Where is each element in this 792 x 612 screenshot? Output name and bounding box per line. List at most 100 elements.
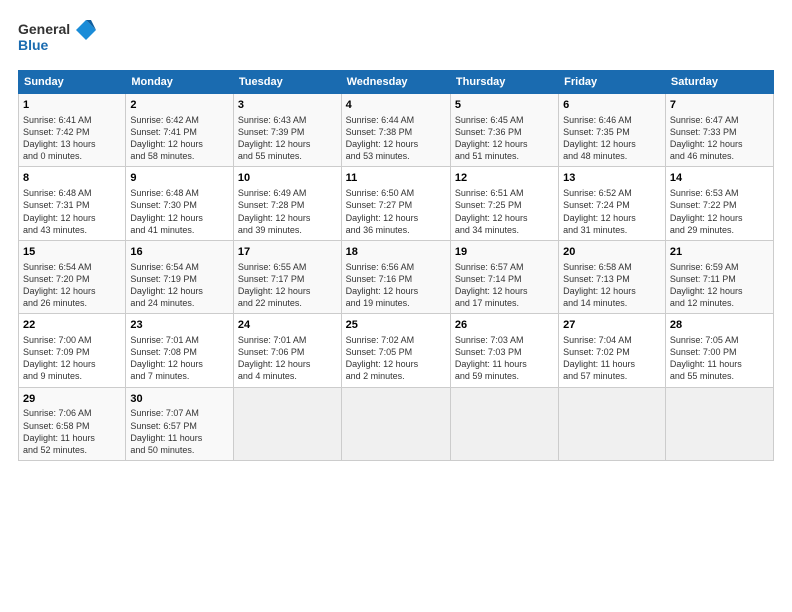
day-cell — [665, 387, 773, 460]
page: General Blue SundayMondayTuesdayWednesda… — [0, 0, 792, 612]
day-info: Sunrise: 6:54 AM Sunset: 7:19 PM Dayligh… — [130, 261, 229, 310]
logo: General Blue — [18, 18, 98, 60]
day-cell: 20Sunrise: 6:58 AM Sunset: 7:13 PM Dayli… — [559, 240, 666, 313]
day-number: 30 — [130, 392, 229, 407]
day-info: Sunrise: 6:58 AM Sunset: 7:13 PM Dayligh… — [563, 261, 661, 310]
day-cell: 10Sunrise: 6:49 AM Sunset: 7:28 PM Dayli… — [233, 167, 341, 240]
day-cell: 7Sunrise: 6:47 AM Sunset: 7:33 PM Daylig… — [665, 94, 773, 167]
day-info: Sunrise: 6:49 AM Sunset: 7:28 PM Dayligh… — [238, 187, 337, 236]
day-header: Tuesday — [233, 71, 341, 94]
day-info: Sunrise: 6:52 AM Sunset: 7:24 PM Dayligh… — [563, 187, 661, 236]
day-cell: 1Sunrise: 6:41 AM Sunset: 7:42 PM Daylig… — [19, 94, 126, 167]
day-cell — [341, 387, 450, 460]
day-info: Sunrise: 7:07 AM Sunset: 6:57 PM Dayligh… — [130, 407, 229, 456]
day-number: 2 — [130, 98, 229, 113]
day-number: 20 — [563, 245, 661, 260]
day-cell: 12Sunrise: 6:51 AM Sunset: 7:25 PM Dayli… — [450, 167, 558, 240]
day-cell — [233, 387, 341, 460]
day-info: Sunrise: 6:41 AM Sunset: 7:42 PM Dayligh… — [23, 114, 121, 163]
day-info: Sunrise: 7:02 AM Sunset: 7:05 PM Dayligh… — [346, 334, 446, 383]
day-number: 4 — [346, 98, 446, 113]
day-cell: 29Sunrise: 7:06 AM Sunset: 6:58 PM Dayli… — [19, 387, 126, 460]
day-header: Monday — [126, 71, 234, 94]
day-info: Sunrise: 6:54 AM Sunset: 7:20 PM Dayligh… — [23, 261, 121, 310]
day-cell: 11Sunrise: 6:50 AM Sunset: 7:27 PM Dayli… — [341, 167, 450, 240]
day-number: 6 — [563, 98, 661, 113]
day-info: Sunrise: 6:56 AM Sunset: 7:16 PM Dayligh… — [346, 261, 446, 310]
day-number: 29 — [23, 392, 121, 407]
day-info: Sunrise: 7:01 AM Sunset: 7:06 PM Dayligh… — [238, 334, 337, 383]
day-info: Sunrise: 7:06 AM Sunset: 6:58 PM Dayligh… — [23, 407, 121, 456]
header-row: SundayMondayTuesdayWednesdayThursdayFrid… — [19, 71, 774, 94]
day-number: 25 — [346, 318, 446, 333]
day-number: 3 — [238, 98, 337, 113]
day-cell: 24Sunrise: 7:01 AM Sunset: 7:06 PM Dayli… — [233, 314, 341, 387]
day-number: 17 — [238, 245, 337, 260]
day-cell: 16Sunrise: 6:54 AM Sunset: 7:19 PM Dayli… — [126, 240, 234, 313]
day-info: Sunrise: 6:53 AM Sunset: 7:22 PM Dayligh… — [670, 187, 769, 236]
day-header: Wednesday — [341, 71, 450, 94]
day-cell: 22Sunrise: 7:00 AM Sunset: 7:09 PM Dayli… — [19, 314, 126, 387]
day-number: 26 — [455, 318, 554, 333]
day-cell: 9Sunrise: 6:48 AM Sunset: 7:30 PM Daylig… — [126, 167, 234, 240]
day-cell: 21Sunrise: 6:59 AM Sunset: 7:11 PM Dayli… — [665, 240, 773, 313]
day-info: Sunrise: 6:59 AM Sunset: 7:11 PM Dayligh… — [670, 261, 769, 310]
day-info: Sunrise: 6:57 AM Sunset: 7:14 PM Dayligh… — [455, 261, 554, 310]
week-row: 1Sunrise: 6:41 AM Sunset: 7:42 PM Daylig… — [19, 94, 774, 167]
day-number: 24 — [238, 318, 337, 333]
day-number: 21 — [670, 245, 769, 260]
day-cell: 28Sunrise: 7:05 AM Sunset: 7:00 PM Dayli… — [665, 314, 773, 387]
day-cell: 19Sunrise: 6:57 AM Sunset: 7:14 PM Dayli… — [450, 240, 558, 313]
day-number: 11 — [346, 171, 446, 186]
day-cell: 13Sunrise: 6:52 AM Sunset: 7:24 PM Dayli… — [559, 167, 666, 240]
day-cell: 8Sunrise: 6:48 AM Sunset: 7:31 PM Daylig… — [19, 167, 126, 240]
day-info: Sunrise: 6:42 AM Sunset: 7:41 PM Dayligh… — [130, 114, 229, 163]
day-info: Sunrise: 6:46 AM Sunset: 7:35 PM Dayligh… — [563, 114, 661, 163]
logo-svg: General Blue — [18, 18, 98, 60]
day-info: Sunrise: 7:03 AM Sunset: 7:03 PM Dayligh… — [455, 334, 554, 383]
day-info: Sunrise: 6:55 AM Sunset: 7:17 PM Dayligh… — [238, 261, 337, 310]
day-number: 9 — [130, 171, 229, 186]
day-header: Saturday — [665, 71, 773, 94]
day-number: 5 — [455, 98, 554, 113]
day-cell: 6Sunrise: 6:46 AM Sunset: 7:35 PM Daylig… — [559, 94, 666, 167]
day-cell — [559, 387, 666, 460]
day-info: Sunrise: 7:01 AM Sunset: 7:08 PM Dayligh… — [130, 334, 229, 383]
day-number: 1 — [23, 98, 121, 113]
day-cell — [450, 387, 558, 460]
day-number: 10 — [238, 171, 337, 186]
day-info: Sunrise: 6:44 AM Sunset: 7:38 PM Dayligh… — [346, 114, 446, 163]
day-info: Sunrise: 7:04 AM Sunset: 7:02 PM Dayligh… — [563, 334, 661, 383]
day-cell: 25Sunrise: 7:02 AM Sunset: 7:05 PM Dayli… — [341, 314, 450, 387]
day-number: 28 — [670, 318, 769, 333]
svg-text:General: General — [18, 21, 70, 37]
week-row: 22Sunrise: 7:00 AM Sunset: 7:09 PM Dayli… — [19, 314, 774, 387]
day-number: 19 — [455, 245, 554, 260]
day-cell: 17Sunrise: 6:55 AM Sunset: 7:17 PM Dayli… — [233, 240, 341, 313]
day-number: 18 — [346, 245, 446, 260]
day-number: 27 — [563, 318, 661, 333]
day-cell: 26Sunrise: 7:03 AM Sunset: 7:03 PM Dayli… — [450, 314, 558, 387]
calendar-header: SundayMondayTuesdayWednesdayThursdayFrid… — [19, 71, 774, 94]
day-number: 15 — [23, 245, 121, 260]
svg-text:Blue: Blue — [18, 37, 49, 53]
day-info: Sunrise: 6:48 AM Sunset: 7:31 PM Dayligh… — [23, 187, 121, 236]
day-cell: 5Sunrise: 6:45 AM Sunset: 7:36 PM Daylig… — [450, 94, 558, 167]
day-number: 22 — [23, 318, 121, 333]
week-row: 8Sunrise: 6:48 AM Sunset: 7:31 PM Daylig… — [19, 167, 774, 240]
day-cell: 30Sunrise: 7:07 AM Sunset: 6:57 PM Dayli… — [126, 387, 234, 460]
day-cell: 15Sunrise: 6:54 AM Sunset: 7:20 PM Dayli… — [19, 240, 126, 313]
day-number: 14 — [670, 171, 769, 186]
day-number: 7 — [670, 98, 769, 113]
day-number: 13 — [563, 171, 661, 186]
day-cell: 18Sunrise: 6:56 AM Sunset: 7:16 PM Dayli… — [341, 240, 450, 313]
day-number: 23 — [130, 318, 229, 333]
day-info: Sunrise: 6:45 AM Sunset: 7:36 PM Dayligh… — [455, 114, 554, 163]
day-cell: 2Sunrise: 6:42 AM Sunset: 7:41 PM Daylig… — [126, 94, 234, 167]
day-info: Sunrise: 7:05 AM Sunset: 7:00 PM Dayligh… — [670, 334, 769, 383]
day-info: Sunrise: 6:47 AM Sunset: 7:33 PM Dayligh… — [670, 114, 769, 163]
day-number: 12 — [455, 171, 554, 186]
day-info: Sunrise: 7:00 AM Sunset: 7:09 PM Dayligh… — [23, 334, 121, 383]
day-cell: 27Sunrise: 7:04 AM Sunset: 7:02 PM Dayli… — [559, 314, 666, 387]
day-info: Sunrise: 6:50 AM Sunset: 7:27 PM Dayligh… — [346, 187, 446, 236]
